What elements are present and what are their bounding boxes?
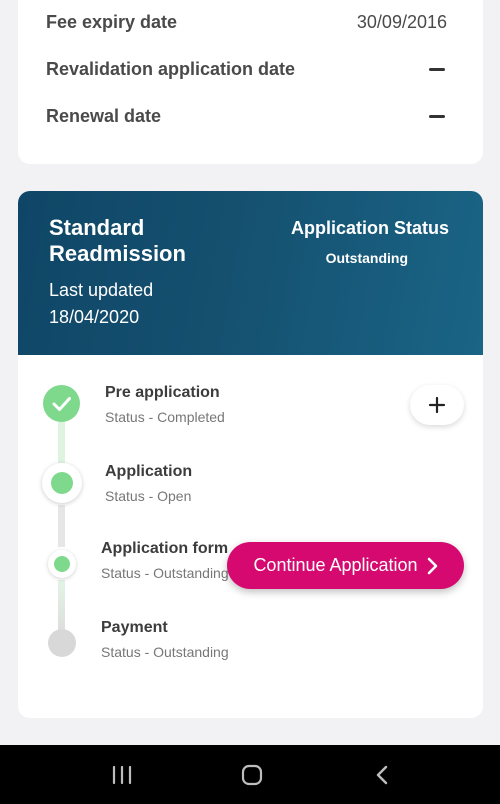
step-outstanding-dot [54,556,70,572]
step-pending-node [48,629,76,657]
step-status-application-form: Status - Outstanding [101,565,229,581]
step-completed-node [43,385,80,422]
home-icon[interactable] [240,764,264,786]
renewal-label: Renewal date [46,105,162,126]
timeline-connector [58,580,65,635]
fee-expiry-row: Fee expiry date 30/09/2016 [46,7,447,37]
application-status-value: Outstanding [325,250,408,266]
expand-button[interactable] [410,385,464,425]
chevron-right-icon [427,557,437,574]
continue-application-label: Continue Application [253,555,418,575]
last-updated: Last updated 18/04/2020 [49,277,209,331]
fee-info-card: Fee expiry date 30/09/2016 Revalidation … [18,0,483,164]
back-icon[interactable] [373,764,391,786]
timeline-connector [58,419,65,463]
continue-application-button[interactable]: Continue Application [227,542,464,589]
step-status-payment: Status - Outstanding [101,644,229,660]
step-title-payment: Payment [101,619,168,636]
revalidation-label: Revalidation application date [46,58,296,79]
step-status-pre-application: Status - Completed [105,409,225,425]
last-updated-date: 18/04/2020 [49,307,140,327]
step-status-application: Status - Open [105,488,192,504]
check-icon [52,397,71,411]
revalidation-value-dash [429,67,445,71]
step-title-application-form: Application form [101,540,229,557]
step-outstanding-node [48,550,76,578]
fee-expiry-label: Fee expiry date [46,11,178,32]
renewal-row: Renewal date [46,101,447,131]
step-open-dot [51,472,73,494]
last-updated-label: Last updated [49,280,154,300]
fee-expiry-value: 30/09/2016 [356,11,447,32]
system-navigation-bar [0,745,500,804]
revalidation-row: Revalidation application date [46,54,447,84]
plus-icon [428,396,446,414]
step-title-pre-application: Pre application [105,384,220,401]
readmission-title: Standard Readmission [49,215,186,266]
step-open-node [42,463,82,503]
application-status-label: Application Status [290,218,449,238]
recents-icon[interactable] [110,765,134,785]
readmission-card: Standard Readmission Last updated 18/04/… [18,191,483,718]
step-title-application: Application [105,463,193,480]
readmission-header: Standard Readmission Last updated 18/04/… [18,191,483,355]
timeline-connector [58,505,65,547]
renewal-value-dash [429,114,445,118]
